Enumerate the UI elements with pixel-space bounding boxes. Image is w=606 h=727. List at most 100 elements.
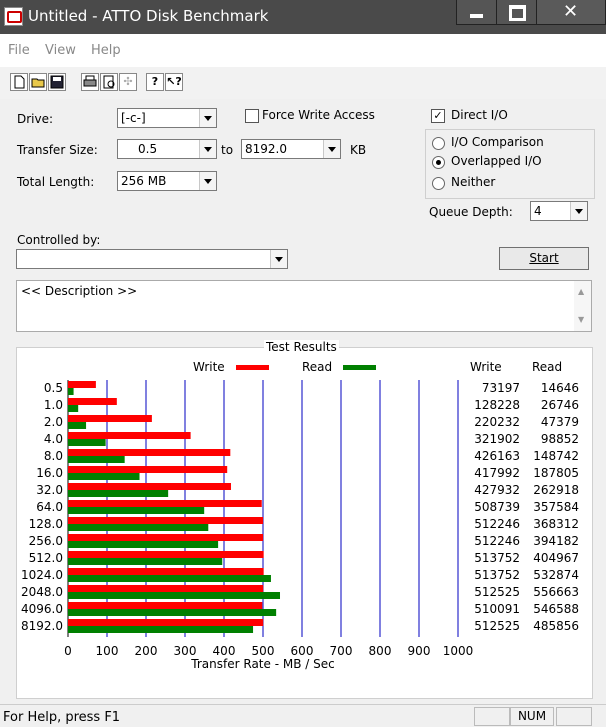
write-bar	[68, 602, 263, 609]
write-value-label: 426163	[474, 449, 520, 463]
write-value-label: 513752	[474, 568, 520, 582]
write-value-label: 513752	[474, 551, 520, 565]
transfer-from-select[interactable]: 0.5	[117, 139, 217, 159]
read-bar	[68, 507, 205, 514]
write-bar	[68, 551, 264, 558]
chevron-down-icon	[199, 140, 216, 158]
write-value-label: 508739	[474, 500, 520, 514]
save-icon[interactable]	[48, 73, 66, 91]
io-comparison-radio[interactable]	[432, 137, 445, 150]
read-value-label: 14646	[541, 381, 579, 395]
window-title: Untitled - ATTO Disk Benchmark	[28, 7, 269, 25]
write-value-label: 510091	[474, 602, 520, 616]
x-tick-label: 400	[213, 644, 236, 658]
print-icon[interactable]	[81, 73, 99, 91]
start-button[interactable]: Start	[499, 247, 589, 270]
chevron-down-icon	[323, 140, 340, 158]
total-length-value: 256 MB	[121, 174, 167, 188]
status-pane-empty	[474, 707, 510, 726]
menu-file[interactable]: File	[8, 43, 30, 58]
title-bar: Untitled - ATTO Disk Benchmark ✕	[0, 0, 606, 34]
read-bar	[68, 541, 219, 548]
x-tick-label: 200	[135, 644, 158, 658]
overlapped-io-radio[interactable]	[432, 156, 445, 169]
scroll-up-icon[interactable]: ▲	[578, 287, 584, 296]
x-tick-label: 100	[96, 644, 119, 658]
maximize-button[interactable]	[496, 0, 537, 25]
read-bar	[68, 490, 169, 497]
force-write-checkbox[interactable]	[245, 109, 259, 123]
chevron-down-icon	[270, 250, 287, 268]
write-value-label: 417992	[474, 466, 520, 480]
write-value-label: 427932	[474, 483, 520, 497]
write-bar	[68, 568, 264, 575]
category-label: 2.0	[44, 415, 63, 429]
start-label: Start	[529, 251, 559, 265]
context-help-icon[interactable]: ↖?	[165, 73, 183, 91]
read-bar	[68, 524, 209, 531]
read-value-label: 357584	[533, 500, 579, 514]
read-value-label: 485856	[533, 619, 579, 633]
write-value-label: 512525	[474, 585, 520, 599]
neither-radio[interactable]	[432, 177, 445, 190]
menu-help[interactable]: Help	[91, 43, 121, 58]
status-bar: For Help, press F1 NUM	[0, 704, 606, 727]
help-icon[interactable]: ?	[146, 73, 164, 91]
chevron-down-icon	[199, 172, 216, 190]
menu-bar: File View Help	[0, 34, 606, 68]
new-file-icon[interactable]	[10, 73, 28, 91]
read-bar	[68, 473, 140, 480]
open-folder-icon[interactable]	[29, 73, 47, 91]
direct-io-checkbox[interactable]: ✓	[431, 109, 445, 123]
write-bar	[68, 466, 228, 473]
read-bar	[68, 405, 79, 412]
description-text: << Description >>	[21, 284, 138, 298]
x-tick-label: 1000	[443, 644, 474, 658]
write-bar	[68, 483, 231, 490]
write-bar	[68, 619, 264, 626]
controlled-by-select[interactable]	[16, 249, 288, 269]
read-value-label: 47379	[541, 415, 579, 429]
move-icon[interactable]: ✣	[119, 73, 137, 91]
read-value-label: 262918	[533, 483, 579, 497]
read-bar	[68, 456, 125, 463]
menu-view[interactable]: View	[45, 43, 76, 58]
description-scrollbar[interactable]: ▲ ▼	[574, 281, 591, 331]
maximize-icon	[509, 5, 526, 21]
scroll-down-icon[interactable]: ▼	[578, 315, 584, 324]
write-bar	[68, 415, 152, 422]
write-bar	[68, 517, 264, 524]
chevron-down-icon	[199, 109, 216, 127]
description-textarea[interactable]: << Description >> ▲ ▼	[16, 280, 592, 332]
read-value-label: 98852	[541, 432, 579, 446]
drive-select[interactable]: [-c-]	[117, 108, 217, 128]
total-length-label: Total Length:	[17, 175, 95, 189]
app-icon	[4, 7, 23, 26]
read-bar	[68, 592, 281, 599]
read-value-label: 148742	[533, 449, 579, 463]
category-label: 8.0	[44, 449, 63, 463]
transfer-size-label: Transfer Size:	[17, 143, 98, 157]
category-label: 2048.0	[21, 585, 63, 599]
category-label: 32.0	[36, 483, 63, 497]
write-value-label: 128228	[474, 398, 520, 412]
category-label: 4096.0	[21, 602, 63, 616]
io-comparison-label: I/O Comparison	[451, 135, 544, 149]
read-value-label: 532874	[533, 568, 579, 582]
category-label: 1024.0	[21, 568, 63, 582]
category-label: 16.0	[36, 466, 63, 480]
num-lock-indicator: NUM	[510, 707, 554, 726]
write-value-label: 73197	[482, 381, 520, 395]
category-label: 256.0	[29, 534, 63, 548]
queue-depth-value: 4	[534, 204, 542, 218]
print-preview-icon[interactable]	[100, 73, 118, 91]
status-text: For Help, press F1	[3, 710, 121, 725]
minimize-button[interactable]	[456, 0, 497, 25]
close-button[interactable]: ✕	[536, 0, 606, 25]
queue-depth-label: Queue Depth:	[429, 205, 513, 219]
read-bar	[68, 388, 74, 395]
queue-depth-select[interactable]: 4	[530, 201, 588, 221]
transfer-to-select[interactable]: 8192.0	[241, 139, 341, 159]
total-length-select[interactable]: 256 MB	[117, 171, 217, 191]
read-bar	[68, 626, 254, 633]
